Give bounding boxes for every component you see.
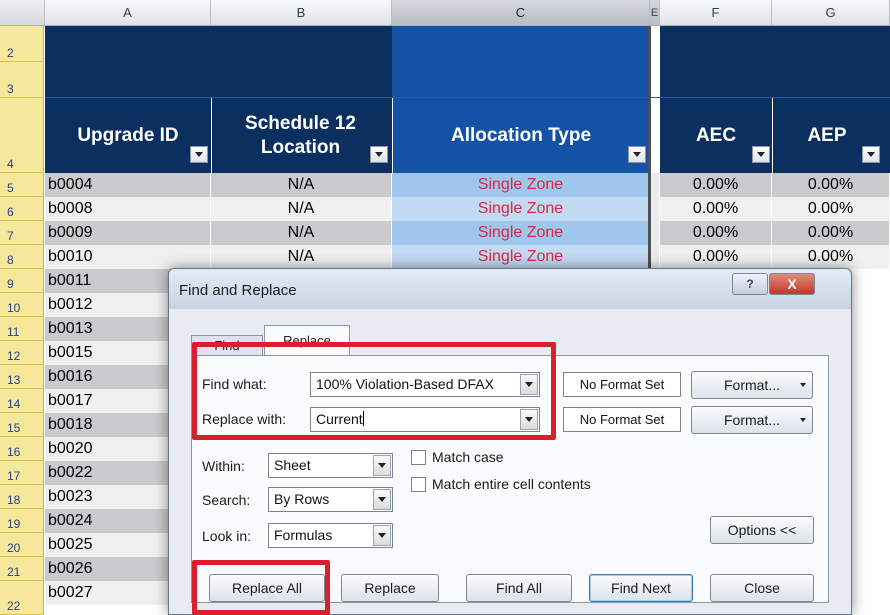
row-header[interactable]: 3 bbox=[0, 62, 44, 98]
row-header[interactable]: 19 bbox=[0, 509, 44, 533]
cell-location[interactable]: N/A bbox=[211, 221, 392, 245]
look-in-value: Formulas bbox=[274, 527, 333, 543]
table-row: b0008 N/A Single Zone 0.00% 0.00% bbox=[45, 197, 890, 221]
table-row: b0009 N/A Single Zone 0.00% 0.00% bbox=[45, 221, 890, 245]
column-header-f[interactable]: F bbox=[660, 0, 772, 26]
row-header[interactable]: 13 bbox=[0, 365, 44, 389]
cell-hidden bbox=[650, 173, 660, 197]
within-value: Sheet bbox=[274, 457, 311, 473]
cell-upgrade-id[interactable]: b0010 bbox=[45, 245, 211, 269]
chevron-down-icon[interactable] bbox=[373, 455, 391, 476]
cell-hidden bbox=[650, 221, 660, 245]
cell-aec[interactable]: 0.00% bbox=[660, 245, 772, 269]
select-all-corner[interactable] bbox=[0, 0, 45, 26]
filter-dropdown-icon[interactable] bbox=[862, 146, 880, 163]
row-header[interactable]: 7 bbox=[0, 221, 44, 245]
find-next-button[interactable]: Find Next bbox=[589, 574, 693, 602]
header-schedule-location: Schedule 12 Location bbox=[245, 112, 356, 158]
row-header[interactable]: 17 bbox=[0, 461, 44, 485]
column-header-e[interactable]: E bbox=[650, 0, 660, 26]
filter-dropdown-icon[interactable] bbox=[190, 146, 208, 163]
header-divider bbox=[211, 98, 212, 173]
column-header-c[interactable]: C bbox=[392, 0, 650, 26]
cell-aep[interactable]: 0.00% bbox=[772, 221, 890, 245]
row-header[interactable]: 22 bbox=[0, 581, 44, 615]
cell-upgrade-id[interactable]: b0009 bbox=[45, 221, 211, 245]
find-format-button[interactable]: Format... bbox=[691, 371, 813, 399]
dialog-titlebar[interactable]: Find and Replace ? X bbox=[169, 269, 851, 309]
match-case-label: Match case bbox=[432, 449, 504, 465]
column-header-g[interactable]: G bbox=[772, 0, 890, 26]
within-select[interactable]: Sheet bbox=[268, 453, 393, 478]
find-format-preview: No Format Set bbox=[563, 372, 681, 397]
cell-upgrade-id[interactable]: b0008 bbox=[45, 197, 211, 221]
row-header[interactable]: 14 bbox=[0, 389, 44, 413]
look-in-select[interactable]: Formulas bbox=[268, 523, 393, 548]
highlight-find-replace-fields bbox=[192, 342, 556, 440]
row-header[interactable]: 9 bbox=[0, 269, 44, 293]
cell-aec[interactable]: 0.00% bbox=[660, 197, 772, 221]
row-header[interactable]: 18 bbox=[0, 485, 44, 509]
look-in-label: Look in: bbox=[202, 528, 252, 544]
match-entire-checkbox[interactable] bbox=[411, 477, 426, 492]
row-header[interactable]: 16 bbox=[0, 437, 44, 461]
filter-dropdown-icon[interactable] bbox=[628, 146, 646, 163]
header-upgrade-id: Upgrade ID bbox=[77, 124, 179, 146]
replace-format-preview: No Format Set bbox=[563, 407, 681, 432]
options-button[interactable]: Options << bbox=[710, 516, 814, 544]
match-entire-label: Match entire cell contents bbox=[432, 476, 591, 492]
cell-upgrade-id[interactable]: b0004 bbox=[45, 173, 211, 197]
row-header[interactable]: 21 bbox=[0, 557, 44, 581]
cell-hidden bbox=[650, 245, 660, 269]
cell-hidden bbox=[650, 197, 660, 221]
table-row: b0010 N/A Single Zone 0.00% 0.00% bbox=[45, 245, 890, 269]
close-window-button[interactable]: X bbox=[769, 273, 815, 295]
column-header-a[interactable]: A bbox=[45, 0, 211, 26]
replace-format-button[interactable]: Format... bbox=[691, 406, 813, 434]
cell-aep[interactable]: 0.00% bbox=[772, 245, 890, 269]
cell-aep[interactable]: 0.00% bbox=[772, 197, 890, 221]
cell-aec[interactable]: 0.00% bbox=[660, 221, 772, 245]
replace-button[interactable]: Replace bbox=[341, 574, 439, 602]
row-header[interactable]: 20 bbox=[0, 533, 44, 557]
row-header[interactable]: 10 bbox=[0, 293, 44, 317]
search-select[interactable]: By Rows bbox=[268, 487, 393, 512]
cell-allocation-type[interactable]: Single Zone bbox=[392, 245, 650, 269]
find-all-button[interactable]: Find All bbox=[466, 574, 572, 602]
filter-dropdown-icon[interactable] bbox=[752, 146, 770, 163]
header-allocation-type: Allocation Type bbox=[450, 124, 592, 146]
dialog-title: Find and Replace bbox=[179, 282, 297, 299]
chevron-down-icon[interactable] bbox=[373, 525, 391, 546]
cell-allocation-type[interactable]: Single Zone bbox=[392, 221, 650, 245]
row-header[interactable]: 5 bbox=[0, 173, 44, 197]
close-button[interactable]: Close bbox=[710, 574, 814, 602]
row-header[interactable]: 15 bbox=[0, 413, 44, 437]
search-value: By Rows bbox=[274, 491, 330, 507]
filter-dropdown-icon[interactable] bbox=[370, 146, 388, 163]
help-button[interactable]: ? bbox=[732, 273, 768, 295]
column-header-b[interactable]: B bbox=[211, 0, 392, 26]
cell-location[interactable]: N/A bbox=[211, 245, 392, 269]
chevron-down-icon[interactable] bbox=[373, 489, 391, 510]
match-case-checkbox[interactable] bbox=[411, 450, 426, 465]
row-header[interactable]: 12 bbox=[0, 341, 44, 365]
row-header[interactable]: 4 bbox=[0, 98, 44, 173]
cell-aec[interactable]: 0.00% bbox=[660, 173, 772, 197]
row-header[interactable]: 8 bbox=[0, 245, 44, 269]
cell-aep[interactable]: 0.00% bbox=[772, 173, 890, 197]
highlight-replace-all-button bbox=[192, 560, 330, 615]
row-header[interactable]: 11 bbox=[0, 317, 44, 341]
row-header[interactable]: 6 bbox=[0, 197, 44, 221]
cell-allocation-type[interactable]: Single Zone bbox=[392, 173, 650, 197]
table-row: b0004 N/A Single Zone 0.00% 0.00% bbox=[45, 173, 890, 197]
within-label: Within: bbox=[202, 458, 245, 474]
cell-allocation-type[interactable]: Single Zone bbox=[392, 197, 650, 221]
row-header[interactable]: 2 bbox=[0, 26, 44, 62]
search-label: Search: bbox=[202, 492, 251, 508]
cell-location[interactable]: N/A bbox=[211, 197, 392, 221]
cell-location[interactable]: N/A bbox=[211, 173, 392, 197]
